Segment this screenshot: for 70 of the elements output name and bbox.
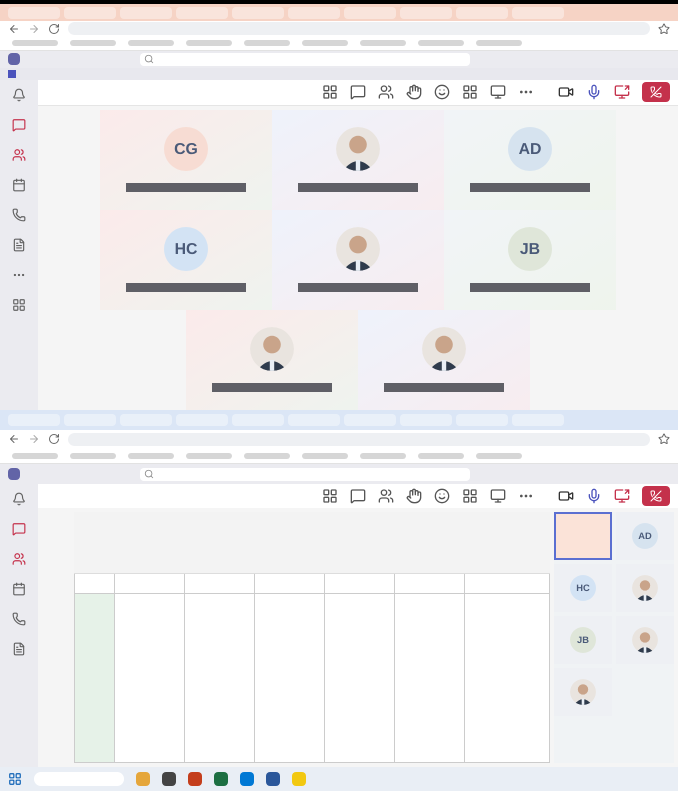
grid-icon[interactable] xyxy=(322,488,338,504)
phone-icon[interactable] xyxy=(12,208,26,222)
apps-icon[interactable] xyxy=(12,298,26,312)
people-icon[interactable] xyxy=(378,84,394,100)
app-icon[interactable] xyxy=(214,772,228,786)
avatar-initials: AD xyxy=(518,140,542,160)
spreadsheet-cell xyxy=(255,574,325,594)
search-field[interactable] xyxy=(140,52,470,66)
people-icon[interactable] xyxy=(378,488,394,504)
app-icon[interactable] xyxy=(266,772,280,786)
reload-icon[interactable] xyxy=(48,433,60,445)
app-icon[interactable] xyxy=(188,772,202,786)
avatar-initials: JB xyxy=(520,240,540,260)
calendar-icon[interactable] xyxy=(12,178,26,192)
smile-icon[interactable] xyxy=(434,488,450,504)
people-icon[interactable] xyxy=(12,148,26,162)
forward-icon[interactable] xyxy=(28,433,40,445)
forward-icon[interactable] xyxy=(28,22,40,35)
avatar-initials: HC xyxy=(576,582,590,595)
chat-icon[interactable] xyxy=(12,118,26,132)
spreadsheet-cell xyxy=(395,574,465,594)
reload-icon[interactable] xyxy=(48,22,60,35)
mic-icon[interactable] xyxy=(586,488,602,504)
search-icon xyxy=(144,54,154,64)
back-icon[interactable] xyxy=(8,433,20,445)
smile-icon[interactable] xyxy=(434,84,450,100)
app-icon[interactable] xyxy=(162,772,176,786)
participant-tile[interactable] xyxy=(554,512,612,560)
avatar-initials: HC xyxy=(174,240,198,260)
hand-icon[interactable] xyxy=(406,488,422,504)
star-icon[interactable] xyxy=(658,433,670,445)
chat-icon[interactable] xyxy=(12,522,26,536)
mic-icon[interactable] xyxy=(586,84,602,100)
bell-icon[interactable] xyxy=(12,492,26,506)
bell-icon[interactable] xyxy=(12,88,26,102)
avatar-initials: JB xyxy=(577,634,589,647)
hang-up-icon xyxy=(650,490,662,502)
file-icon[interactable] xyxy=(12,238,26,252)
grid-icon[interactable] xyxy=(322,84,338,100)
spreadsheet-cell xyxy=(325,574,395,594)
spreadsheet-cell xyxy=(185,574,255,594)
share-icon[interactable] xyxy=(614,84,630,100)
avatar-initials: AD xyxy=(638,530,652,543)
app-icon[interactable] xyxy=(240,772,254,786)
file-icon[interactable] xyxy=(12,642,26,656)
people-icon[interactable] xyxy=(12,552,26,566)
calendar-icon[interactable] xyxy=(12,582,26,596)
hang-up-icon xyxy=(650,86,662,98)
share-icon[interactable] xyxy=(614,488,630,504)
leave-button[interactable] xyxy=(642,486,670,506)
search-field[interactable] xyxy=(140,468,470,480)
phone-icon[interactable] xyxy=(12,612,26,626)
grid-icon[interactable] xyxy=(462,488,478,504)
search-icon xyxy=(144,469,154,479)
url-field[interactable] xyxy=(68,22,650,36)
teams-icon xyxy=(8,53,20,66)
leave-button[interactable] xyxy=(642,82,670,102)
hand-icon[interactable] xyxy=(406,84,422,100)
start-icon[interactable] xyxy=(8,772,22,786)
star-icon[interactable] xyxy=(658,22,670,35)
chat-icon[interactable] xyxy=(350,488,366,504)
monitor-icon[interactable] xyxy=(490,84,506,100)
back-icon[interactable] xyxy=(8,22,20,35)
avatar-initials: CG xyxy=(174,140,198,160)
info-icon xyxy=(8,70,16,78)
monitor-icon[interactable] xyxy=(490,488,506,504)
chat-icon[interactable] xyxy=(350,84,366,100)
grid-icon[interactable] xyxy=(462,84,478,100)
spreadsheet-cell xyxy=(115,574,185,594)
teams-icon xyxy=(8,468,20,480)
